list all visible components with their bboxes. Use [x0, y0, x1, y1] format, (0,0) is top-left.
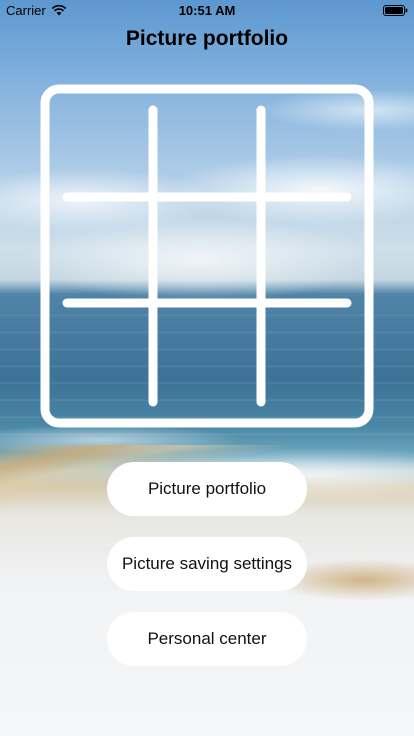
personal-center-button[interactable]: Personal center: [107, 612, 307, 666]
battery-icon: [383, 5, 408, 16]
status-time: 10:51 AM: [178, 3, 236, 18]
grid-3x3-icon: [40, 84, 374, 428]
picture-portfolio-button[interactable]: Picture portfolio: [107, 462, 307, 516]
status-bar: Carrier 10:51 AM: [0, 0, 414, 20]
picture-saving-settings-button[interactable]: Picture saving settings: [107, 537, 307, 591]
page-title: Picture portfolio: [125, 27, 289, 50]
app-screen: Carrier 10:51 AM Picture portfolio Pictu…: [0, 0, 414, 736]
